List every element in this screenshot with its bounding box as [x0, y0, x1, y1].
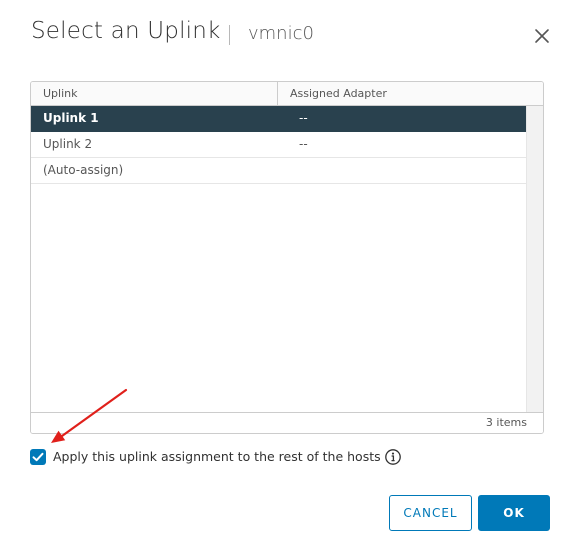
column-separator[interactable]: [277, 82, 278, 105]
grid-rows: Uplink 1 -- Uplink 2 -- (Auto-assign): [31, 106, 526, 184]
grid-header: Uplink Assigned Adapter: [31, 82, 543, 106]
cell-assigned-adapter: --: [299, 137, 308, 151]
column-header-uplink[interactable]: Uplink: [43, 82, 78, 105]
info-icon[interactable]: [384, 448, 402, 466]
table-row[interactable]: (Auto-assign): [31, 158, 526, 184]
title-divider: [229, 25, 230, 45]
dialog-subtitle: vmnic0: [248, 23, 314, 44]
column-header-assigned-adapter[interactable]: Assigned Adapter: [290, 82, 387, 105]
select-uplink-dialog: Select an Uplink vmnic0 Uplink Assigned …: [0, 0, 573, 556]
close-icon: [535, 29, 549, 43]
grid-footer: 3 items: [31, 412, 543, 433]
cell-uplink: Uplink 2: [43, 137, 93, 151]
cell-assigned-adapter: --: [299, 111, 308, 125]
cancel-button[interactable]: CANCEL: [389, 495, 472, 531]
ok-button[interactable]: OK: [478, 495, 550, 531]
close-button[interactable]: [530, 24, 554, 48]
dialog-title: Select an Uplink: [31, 18, 221, 44]
cell-uplink: Uplink 1: [43, 111, 99, 125]
checkmark-icon: [32, 452, 44, 462]
cell-uplink: (Auto-assign): [43, 163, 124, 177]
table-row[interactable]: Uplink 2 --: [31, 132, 526, 158]
item-count: 3 items: [485, 416, 527, 429]
apply-to-all-hosts-label[interactable]: Apply this uplink assignment to the rest…: [53, 449, 381, 465]
apply-to-all-hosts-checkbox[interactable]: [30, 449, 46, 465]
grid-scrollbar[interactable]: [526, 106, 543, 412]
table-row[interactable]: Uplink 1 --: [31, 106, 526, 132]
uplink-grid: Uplink Assigned Adapter Uplink 1 -- Upli…: [30, 81, 544, 434]
